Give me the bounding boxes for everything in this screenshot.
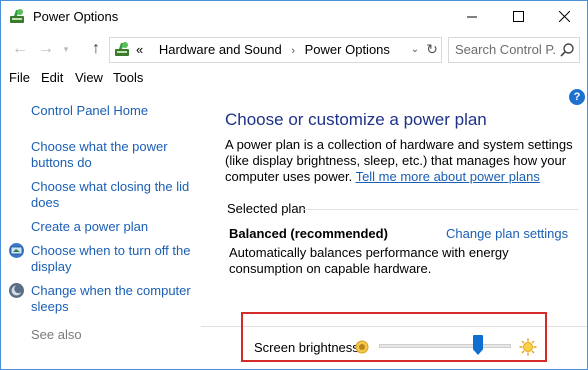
- link-control-panel-home[interactable]: Control Panel Home: [31, 103, 196, 119]
- menu-bar: File Edit View Tools: [1, 66, 587, 88]
- maximize-button[interactable]: [495, 1, 541, 32]
- moon-sleep-icon: [9, 283, 24, 298]
- screen-brightness-label: Screen brightness:: [254, 340, 363, 355]
- minimize-icon: [466, 16, 477, 18]
- power-options-icon: [115, 42, 129, 56]
- forward-button[interactable]: →: [35, 38, 57, 60]
- menu-file[interactable]: File: [9, 70, 30, 85]
- close-icon: [558, 11, 570, 22]
- plan-description: Automatically balances performance with …: [229, 245, 509, 276]
- search-icon[interactable]: [559, 42, 575, 58]
- recent-locations-icon: ▾: [63, 43, 69, 54]
- address-history-dropdown[interactable]: ⌄: [408, 41, 422, 57]
- maximize-icon: [512, 11, 524, 22]
- menu-edit[interactable]: Edit: [41, 70, 63, 85]
- menu-view[interactable]: View: [75, 70, 103, 85]
- power-options-icon: [10, 9, 24, 23]
- minimize-button[interactable]: [449, 1, 495, 32]
- forward-icon: →: [38, 40, 54, 57]
- help-icon[interactable]: ?: [569, 89, 585, 105]
- refresh-icon: ↻: [426, 40, 438, 57]
- recent-locations-button[interactable]: ▾: [59, 38, 73, 60]
- power-plan-description: A power plan is a collection of hardware…: [225, 137, 583, 185]
- refresh-button[interactable]: ↻: [424, 40, 440, 58]
- breadcrumb-power-options[interactable]: Power Options: [305, 42, 390, 57]
- up-icon: ↑: [92, 40, 100, 57]
- see-also-heading: See also: [31, 327, 82, 342]
- bright-sun-icon: [519, 338, 537, 356]
- breadcrumb-separator[interactable]: ›: [291, 45, 295, 57]
- plan-name: Balanced (recommended): [229, 226, 388, 241]
- link-choose-power-buttons[interactable]: Choose what the power buttons do: [31, 139, 196, 171]
- chevron-down-icon: ⌄: [410, 43, 420, 55]
- dim-sun-icon: [355, 340, 369, 354]
- link-choose-closing-lid[interactable]: Choose what closing the lid does: [31, 179, 196, 211]
- breadcrumb-overflow[interactable]: «: [136, 42, 143, 57]
- menu-tools[interactable]: Tools: [113, 70, 143, 85]
- window-title: Power Options: [33, 9, 119, 24]
- close-button[interactable]: [541, 1, 587, 32]
- address-bar[interactable]: « Hardware and Sound › Power Options ⌄ ↻: [109, 37, 442, 63]
- search-box: [448, 37, 580, 63]
- link-computer-sleeps[interactable]: Change when the computer sleeps: [31, 283, 196, 315]
- link-create-power-plan[interactable]: Create a power plan: [31, 219, 196, 235]
- breadcrumb: « Hardware and Sound › Power Options: [136, 42, 390, 57]
- search-input[interactable]: [455, 41, 555, 57]
- page-title: Choose or customize a power plan: [225, 110, 487, 129]
- selected-plan-divider: [301, 209, 579, 210]
- title-bar: Power Options: [1, 1, 587, 32]
- navigation-bar: ← → ▾ ↑ « Hardware and Sound › Power Opt…: [1, 32, 587, 66]
- breadcrumb-hardware-and-sound[interactable]: Hardware and Sound: [159, 42, 282, 57]
- brightness-slider-track[interactable]: [379, 344, 511, 348]
- tell-me-more-link[interactable]: Tell me more about power plans: [356, 169, 540, 184]
- power-options-window: Power Options ← → ▾ ↑ « Hardware and Sou…: [0, 0, 588, 370]
- selected-plan-label: Selected plan: [227, 201, 306, 216]
- link-turn-off-display[interactable]: Choose when to turn off the display: [31, 243, 196, 275]
- up-button[interactable]: ↑: [85, 38, 107, 60]
- display-icon: [9, 243, 24, 258]
- change-plan-settings-link[interactable]: Change plan settings: [446, 226, 568, 241]
- left-task-pane: Control Panel Home Choose what the power…: [1, 89, 201, 369]
- back-button[interactable]: ←: [9, 38, 31, 60]
- back-icon: ←: [12, 40, 28, 57]
